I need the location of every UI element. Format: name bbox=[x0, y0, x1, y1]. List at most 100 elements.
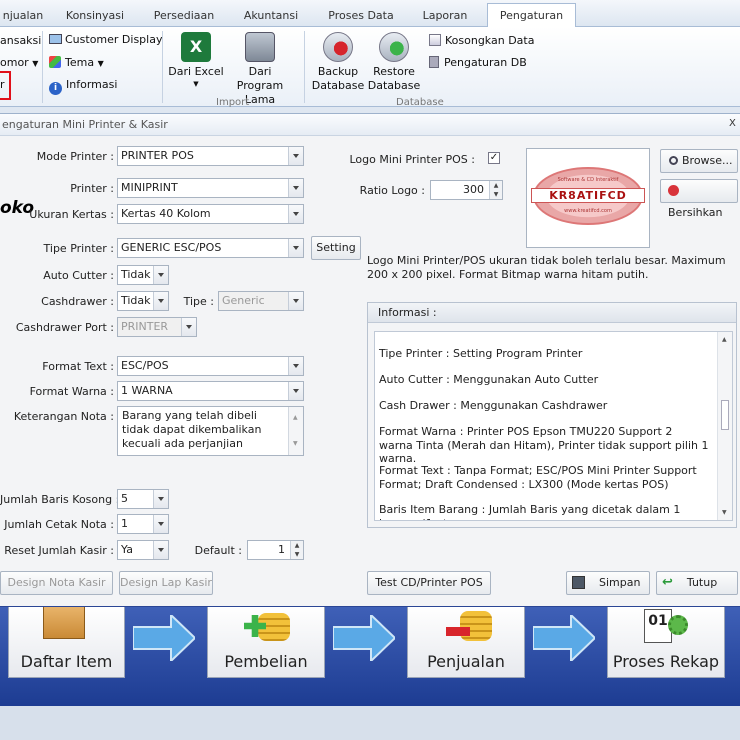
chevron-down-icon[interactable] bbox=[288, 239, 303, 257]
simpan-button[interactable]: Simpan bbox=[566, 571, 650, 595]
kosongkan-data-button[interactable]: Kosongkan Data bbox=[429, 34, 534, 47]
dari-program-lama-button[interactable]: Dari Program Lama bbox=[226, 32, 294, 107]
purchase-coins-icon bbox=[244, 607, 292, 641]
chevron-down-icon[interactable] bbox=[288, 147, 303, 165]
scroll-up-icon[interactable]: ▲ bbox=[722, 336, 727, 343]
bersihkan-button[interactable]: Bersihkan bbox=[660, 179, 738, 219]
pembelian-label: Pembelian bbox=[224, 652, 308, 671]
ribbon-nomor-label: omor bbox=[0, 56, 29, 69]
memo-scrollbar[interactable]: ▲ ▼ bbox=[288, 407, 303, 455]
checkmark-icon: ✓ bbox=[489, 152, 499, 163]
scroll-down-icon[interactable]: ▼ bbox=[722, 509, 727, 516]
ribbon-transaksi-button[interactable]: ansaksi bbox=[0, 34, 41, 47]
info-scrollbar[interactable]: ▲ ▼ bbox=[717, 332, 732, 520]
informasi-button[interactable]: i Informasi bbox=[49, 78, 117, 95]
browse-button[interactable]: Browse... bbox=[660, 149, 738, 173]
proses-rekap-tile[interactable]: 01 Proses Rekap bbox=[607, 607, 725, 678]
logo-mini-printer-label: Logo Mini Printer POS : bbox=[349, 153, 475, 166]
kosongkan-data-label: Kosongkan Data bbox=[445, 34, 535, 47]
design-nota-kasir-button[interactable]: Design Nota Kasir bbox=[0, 571, 113, 595]
reset-jumlah-kasir-select[interactable]: Ya bbox=[117, 540, 169, 560]
ribbon-nomor-button[interactable]: omor ▼ bbox=[0, 56, 38, 69]
ukuran-kertas-select[interactable]: Kertas 40 Kolom bbox=[117, 204, 304, 224]
printer-select[interactable]: MINIPRINT bbox=[117, 178, 304, 198]
setting-button[interactable]: Setting bbox=[311, 236, 361, 260]
chevron-down-icon[interactable] bbox=[153, 292, 168, 310]
info-paragraph: Format Warna : Printer POS Epson TMU220 … bbox=[379, 425, 709, 465]
chevron-down-icon[interactable] bbox=[288, 357, 303, 375]
restore-database-button[interactable]: Restore Database bbox=[366, 32, 422, 93]
reset-jumlah-kasir-label: Reset Jumlah Kasir : bbox=[4, 544, 114, 557]
spinner-arrows-icon[interactable]: ▲ ▼ bbox=[290, 541, 303, 559]
tipe-printer-value: GENERIC ESC/POS bbox=[121, 241, 222, 254]
logo-mini-printer-checkbox[interactable]: ✓ bbox=[488, 152, 500, 164]
info-paragraph: Tipe Printer : Setting Program Printer bbox=[379, 347, 583, 360]
mode-printer-select[interactable]: PRINTER POS bbox=[117, 146, 304, 166]
customer-display-button[interactable]: Customer Display bbox=[49, 33, 162, 46]
jumlah-baris-kosong-select[interactable]: 5 bbox=[117, 489, 169, 509]
chevron-down-icon[interactable] bbox=[288, 292, 303, 310]
keterangan-nota-textarea[interactable]: Barang yang telah dibeli tidak dapat dik… bbox=[117, 406, 304, 456]
penjualan-tile[interactable]: Penjualan bbox=[407, 607, 525, 678]
tab-proses-data[interactable]: Proses Data bbox=[320, 4, 402, 27]
informasi-panel: Informasi : Tipe Printer : Setting Progr… bbox=[367, 302, 737, 528]
chevron-down-icon[interactable] bbox=[153, 266, 168, 284]
chevron-down-icon[interactable] bbox=[288, 205, 303, 223]
flow-arrow-icon bbox=[533, 615, 595, 661]
tab-penjualan[interactable]: njualan bbox=[0, 4, 46, 27]
pengaturan-db-button[interactable]: Pengaturan DB bbox=[429, 56, 527, 69]
format-text-value: ESC/POS bbox=[121, 359, 169, 372]
tema-button[interactable]: Tema ▼ bbox=[49, 56, 104, 69]
tab-konsinyasi[interactable]: Konsinyasi bbox=[58, 4, 132, 27]
format-text-select[interactable]: ESC/POS bbox=[117, 356, 304, 376]
jumlah-cetak-nota-value: 1 bbox=[121, 517, 128, 530]
chevron-down-icon[interactable] bbox=[153, 490, 168, 508]
test-printer-button[interactable]: Test CD/Printer POS bbox=[367, 571, 491, 595]
cashdrawer-select[interactable]: Tidak bbox=[117, 291, 169, 311]
database-group-label: Database bbox=[396, 97, 444, 108]
auto-cutter-value: Tidak bbox=[121, 268, 151, 281]
bersihkan-label: Bersihkan bbox=[668, 206, 723, 219]
pembelian-tile[interactable]: Pembelian bbox=[207, 607, 325, 678]
scroll-thumb[interactable] bbox=[721, 400, 729, 430]
backup-database-label: Backup Database bbox=[311, 65, 365, 92]
tab-pengaturan[interactable]: Pengaturan bbox=[487, 3, 576, 28]
spinner-arrows-icon[interactable]: ▲ ▼ bbox=[489, 181, 502, 199]
ribbon-partial-button[interactable]: r bbox=[0, 78, 5, 91]
informasi-text-area[interactable]: Tipe Printer : Setting Program Printer A… bbox=[374, 331, 733, 521]
ratio-logo-value: 300 bbox=[463, 183, 484, 196]
cashdrawer-tipe-select[interactable]: Generic bbox=[218, 291, 304, 311]
tab-laporan[interactable]: Laporan bbox=[412, 4, 478, 27]
dari-excel-label: Dari Excel bbox=[168, 65, 224, 78]
chevron-down-icon[interactable] bbox=[181, 318, 196, 336]
tab-persediaan[interactable]: Persediaan bbox=[145, 4, 223, 27]
chevron-down-icon[interactable] bbox=[153, 541, 168, 559]
palette-icon bbox=[49, 56, 61, 68]
printer-value: MINIPRINT bbox=[121, 181, 178, 194]
default-spinner[interactable]: 1 ▲ ▼ bbox=[247, 540, 304, 560]
backup-database-button[interactable]: Backup Database bbox=[310, 32, 366, 93]
dropdown-icon: ▼ bbox=[97, 59, 104, 68]
informasi-header: Informasi : bbox=[368, 303, 736, 323]
ratio-logo-spinner[interactable]: 300 ▲ ▼ bbox=[430, 180, 503, 200]
tutup-button[interactable]: ↩ Tutup bbox=[656, 571, 738, 595]
dialog-close-icon[interactable]: X bbox=[729, 118, 736, 129]
tab-akuntansi[interactable]: Akuntansi bbox=[234, 4, 308, 27]
db-settings-icon bbox=[429, 56, 439, 68]
default-value: 1 bbox=[278, 543, 285, 556]
chevron-down-icon[interactable] bbox=[288, 382, 303, 400]
design-lap-kasir-button[interactable]: Design Lap Kasir bbox=[119, 571, 213, 595]
format-warna-select[interactable]: 1 WARNA bbox=[117, 381, 304, 401]
dari-excel-button[interactable]: X Dari Excel ▼ bbox=[168, 32, 224, 89]
default-label: Default : bbox=[194, 544, 242, 557]
scroll-down-icon[interactable]: ▼ bbox=[293, 437, 298, 451]
auto-cutter-select[interactable]: Tidak bbox=[117, 265, 169, 285]
chevron-down-icon[interactable] bbox=[153, 515, 168, 533]
scroll-up-icon[interactable]: ▲ bbox=[293, 411, 298, 425]
daftar-item-tile[interactable]: Daftar Item bbox=[8, 607, 125, 678]
chevron-down-icon[interactable] bbox=[288, 179, 303, 197]
flow-arrow-icon bbox=[133, 615, 195, 661]
tipe-printer-select[interactable]: GENERIC ESC/POS bbox=[117, 238, 304, 258]
cashdrawer-port-select[interactable]: PRINTER bbox=[117, 317, 197, 337]
jumlah-cetak-nota-select[interactable]: 1 bbox=[117, 514, 169, 534]
